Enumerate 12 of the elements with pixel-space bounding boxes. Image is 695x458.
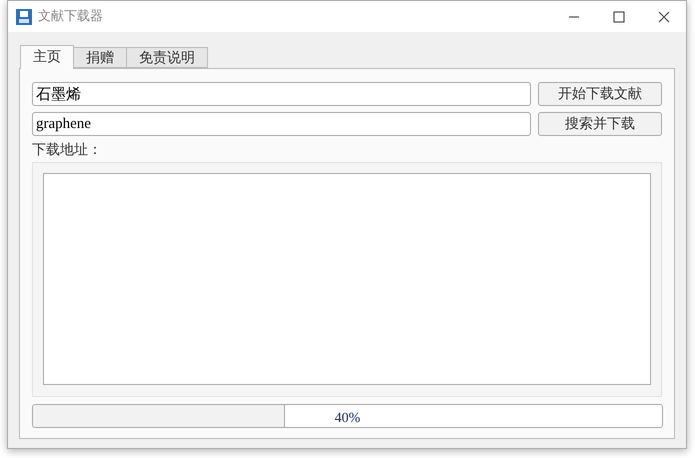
download-address-label: 下载地址： [32, 142, 102, 160]
start-download-button[interactable]: 开始下载文献 [538, 82, 662, 106]
tab[interactable]: 免责说明 [126, 47, 208, 68]
maximize-icon[interactable] [613, 10, 625, 22]
tab[interactable]: 主页 [20, 45, 74, 69]
search-download-button[interactable]: 搜索并下载 [538, 112, 662, 136]
close-icon[interactable] [658, 10, 670, 22]
window-title: 文献下载器 [38, 8, 103, 26]
progress-reading: 40% [334, 410, 360, 427]
tab[interactable]: 捐赠 [73, 47, 127, 68]
keyword-field[interactable]: 石墨烯 [32, 82, 531, 106]
search-field[interactable]: graphene [32, 112, 531, 136]
